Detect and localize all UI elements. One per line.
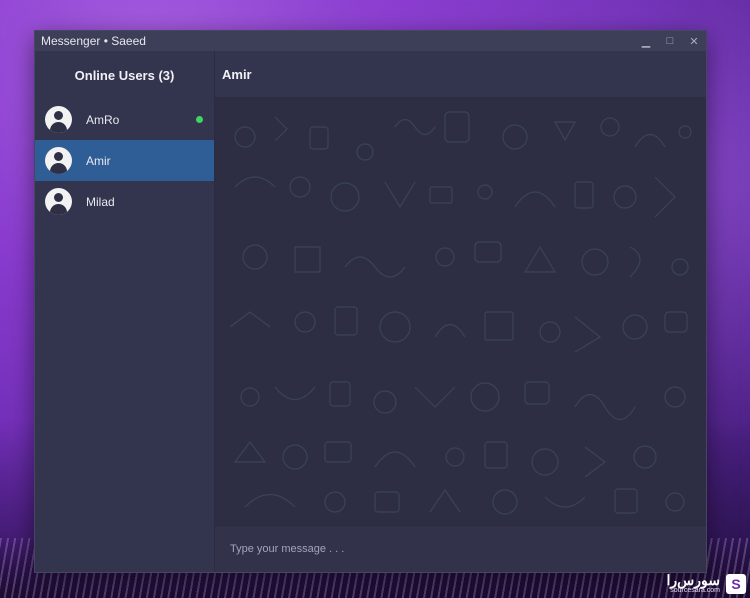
message-area bbox=[215, 97, 706, 525]
watermark: سورس‌را sourcesara.com S bbox=[667, 573, 746, 594]
online-users-header: Online Users (3) bbox=[74, 67, 175, 83]
user-item-milad[interactable]: Milad bbox=[35, 181, 214, 222]
user-item-amir[interactable]: Amir bbox=[35, 140, 214, 181]
avatar-icon bbox=[45, 147, 72, 174]
user-name: Amir bbox=[86, 153, 111, 168]
doodle-background bbox=[229, 111, 692, 515]
chat-panel: Amir bbox=[215, 51, 706, 572]
minimize-icon[interactable]: ▁ bbox=[640, 35, 652, 48]
desktop: { "window": { "title": "Messenger • Saee… bbox=[0, 0, 750, 598]
window-body: Online Users (3) AmRo Amir Milad Amir bbox=[35, 51, 706, 572]
watermark-logo-icon: S bbox=[726, 573, 746, 594]
avatar-icon bbox=[45, 106, 72, 133]
user-name: Milad bbox=[86, 194, 115, 209]
message-input[interactable] bbox=[228, 542, 672, 556]
close-icon[interactable]: ✕ bbox=[688, 35, 700, 48]
user-item-amro[interactable]: AmRo bbox=[35, 99, 214, 140]
maximize-icon[interactable]: □ bbox=[664, 35, 676, 47]
avatar-icon bbox=[45, 188, 72, 215]
title-bar[interactable]: Messenger • Saeed ▁ □ ✕ bbox=[35, 31, 706, 51]
window-title: Messenger • Saeed bbox=[41, 34, 146, 48]
watermark-url: sourcesara.com bbox=[670, 587, 720, 594]
users-sidebar: Online Users (3) AmRo Amir Milad bbox=[35, 51, 215, 572]
message-input-bar bbox=[215, 525, 706, 572]
messenger-window: Messenger • Saeed ▁ □ ✕ Online Users (3)… bbox=[35, 31, 706, 572]
user-name: AmRo bbox=[86, 112, 120, 127]
window-controls: ▁ □ ✕ bbox=[640, 31, 700, 51]
watermark-text: سورس‌را bbox=[666, 572, 720, 588]
online-status-icon bbox=[196, 116, 203, 123]
chat-title: Amir bbox=[215, 51, 706, 97]
